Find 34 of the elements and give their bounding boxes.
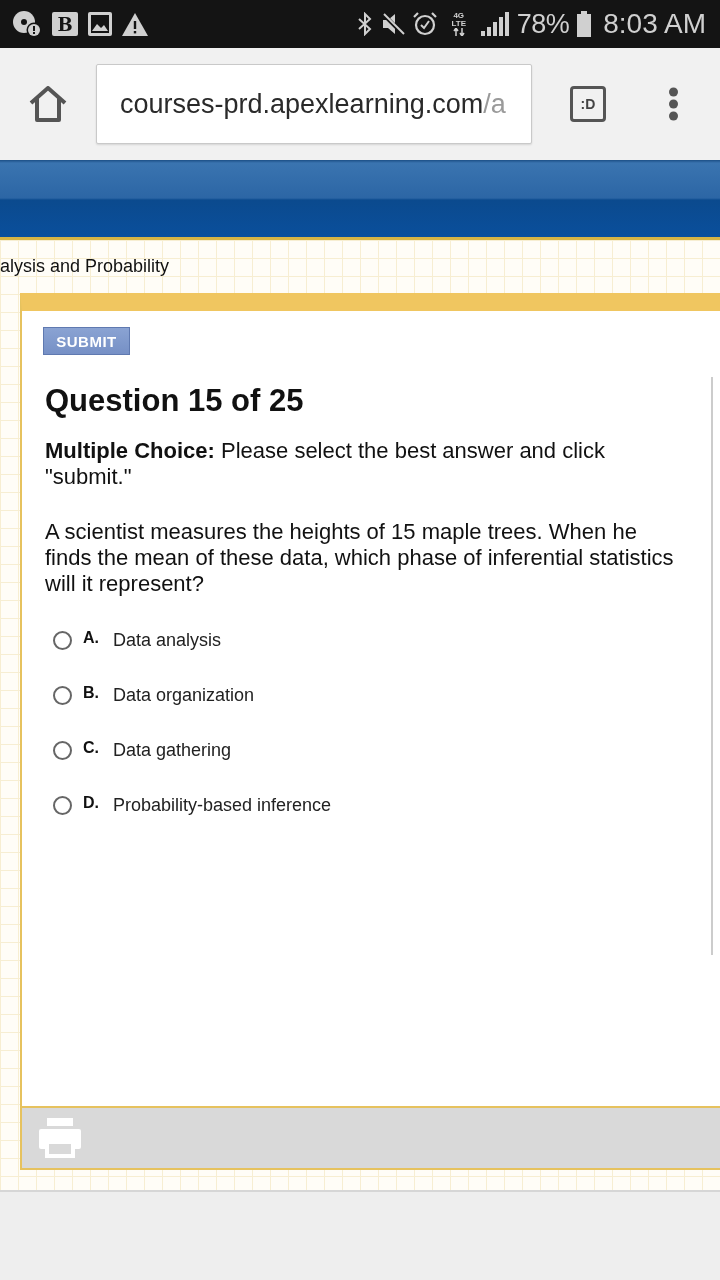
signal-icon bbox=[480, 12, 509, 36]
bluetooth-icon bbox=[356, 12, 373, 36]
network-label: LTE bbox=[451, 20, 466, 28]
warning-icon bbox=[122, 12, 148, 36]
instruction-text: Multiple Choice: Please select the best answer and click "submit." bbox=[45, 438, 606, 490]
option-label[interactable]: Probability-based inference bbox=[113, 795, 332, 816]
option-letter: A. bbox=[83, 628, 100, 647]
option-letter: B. bbox=[83, 683, 100, 702]
option-label[interactable]: Data organization bbox=[113, 685, 255, 706]
option-label[interactable]: Data analysis bbox=[113, 630, 222, 651]
question-text: A scientist measures the heights of 15 maple trees. When he finds the mean of these data, which phase of inferential statistics will it represent? bbox=[45, 519, 675, 597]
home-icon[interactable] bbox=[29, 86, 67, 122]
url-field[interactable]: courses-prd.apexlearning.com/a bbox=[96, 64, 532, 144]
option-label[interactable]: Data gathering bbox=[113, 740, 232, 761]
breadcrumb-text: alysis and Probability bbox=[0, 256, 171, 276]
alarm-icon bbox=[412, 12, 437, 36]
clock-time: 8:03 AM bbox=[603, 8, 706, 40]
disc-alert-icon bbox=[12, 10, 42, 38]
option-letter: D. bbox=[83, 793, 100, 812]
image-icon bbox=[88, 12, 112, 36]
radio-button[interactable] bbox=[53, 686, 72, 705]
app-letter-icon: B bbox=[52, 12, 78, 36]
network-label: 4G bbox=[453, 12, 465, 20]
radio-button[interactable] bbox=[53, 741, 72, 760]
mute-icon bbox=[380, 12, 405, 36]
battery-icon bbox=[577, 11, 592, 37]
data-arrows-icon bbox=[452, 28, 465, 36]
battery-percent: 78% bbox=[516, 8, 570, 40]
radio-button[interactable] bbox=[53, 796, 72, 815]
radio-button[interactable] bbox=[53, 631, 72, 650]
question-title: Question 15 of 25 bbox=[45, 383, 305, 419]
menu-icon[interactable] bbox=[668, 87, 679, 121]
tab-switcher-button[interactable]: :D bbox=[570, 86, 606, 122]
option-letter: C. bbox=[83, 738, 100, 757]
